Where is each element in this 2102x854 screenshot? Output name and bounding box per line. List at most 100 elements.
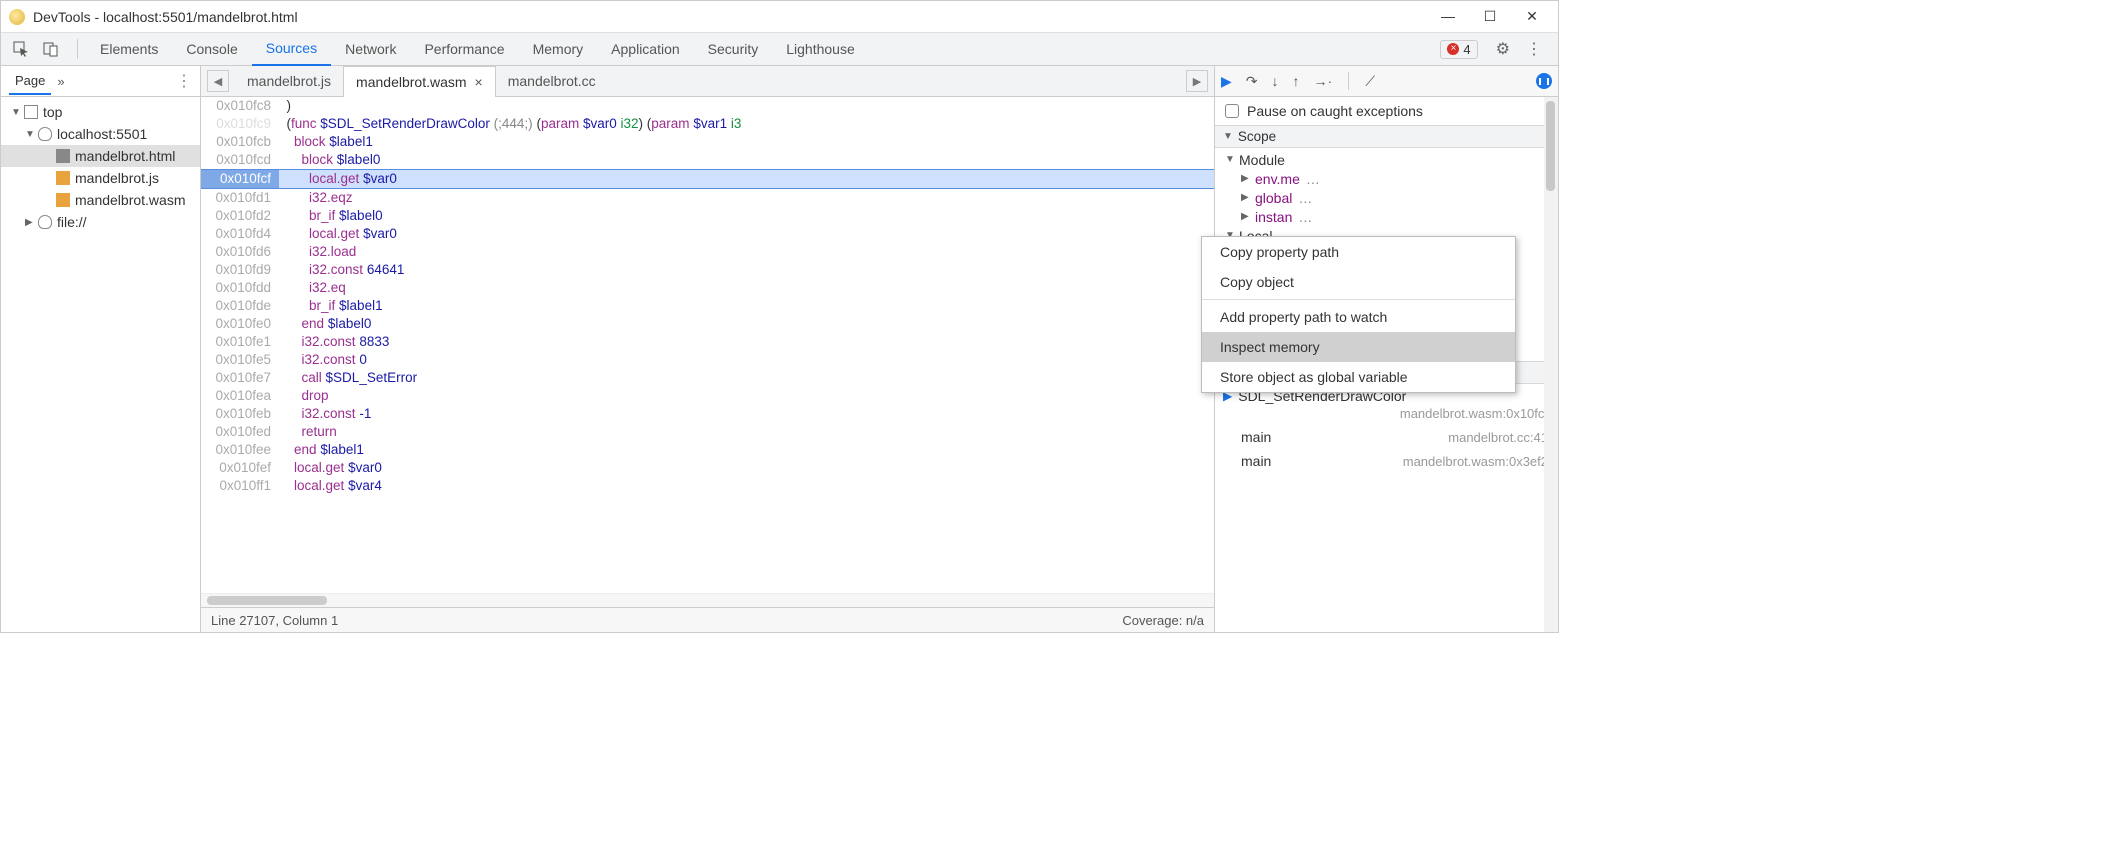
nav-back-icon[interactable]: ◀ xyxy=(207,70,229,92)
coverage-status: Coverage: n/a xyxy=(1122,613,1204,628)
tree-node-host[interactable]: ▼localhost:5501 xyxy=(1,123,200,145)
line-address: 0x010fd2 xyxy=(201,207,279,225)
tree-node-file-proto[interactable]: ▶file:// xyxy=(1,211,200,233)
main-tab-application[interactable]: Application xyxy=(597,33,694,66)
line-address: 0x010fe1 xyxy=(201,333,279,351)
minimize-button[interactable]: — xyxy=(1438,8,1458,25)
code-line[interactable]: end $label0 xyxy=(279,315,1214,333)
cursor-position: Line 27107, Column 1 xyxy=(211,613,338,628)
main-tab-elements[interactable]: Elements xyxy=(86,33,172,66)
scope-module[interactable]: ▼Module xyxy=(1215,150,1558,169)
file-tab[interactable]: mandelbrot.wasm× xyxy=(343,66,496,97)
code-line[interactable]: i32.eqz xyxy=(279,189,1214,207)
code-line[interactable]: br_if $label0 xyxy=(279,207,1214,225)
line-address: 0x010fdd xyxy=(201,279,279,297)
code-line[interactable]: end $label1 xyxy=(279,441,1214,459)
context-menu-item[interactable]: Copy object xyxy=(1202,267,1515,297)
tree-node-top[interactable]: ▼top xyxy=(1,101,200,123)
code-line[interactable]: local.get $var0 xyxy=(279,170,1214,188)
tree-file-js[interactable]: mandelbrot.js xyxy=(1,167,200,189)
code-line[interactable]: i32.const 64641 xyxy=(279,261,1214,279)
close-tab-icon[interactable]: × xyxy=(475,74,483,90)
code-line[interactable]: (func $SDL_SetRenderDrawColor (;444;) (p… xyxy=(279,115,1214,133)
line-address: 0x010fd4 xyxy=(201,225,279,243)
code-line[interactable]: call $SDL_SetError xyxy=(279,369,1214,387)
resume-icon[interactable]: ▶ xyxy=(1221,73,1232,90)
code-line[interactable]: local.get $var4 xyxy=(279,477,1214,495)
line-address: 0x010fc8 xyxy=(201,97,279,115)
pause-on-exceptions-row[interactable]: Pause on caught exceptions xyxy=(1215,97,1558,125)
scope-module-item[interactable]: ▶instan xyxy=(1215,207,1558,226)
horizontal-scrollbar[interactable] xyxy=(201,593,1214,607)
code-line[interactable]: ) xyxy=(279,97,1214,115)
code-editor[interactable]: 0x010fc8 )0x010fc9 (func $SDL_SetRenderD… xyxy=(201,97,1214,593)
main-tabs: ElementsConsoleSourcesNetworkPerformance… xyxy=(1,33,1558,66)
main-tab-security[interactable]: Security xyxy=(694,33,773,66)
close-button[interactable]: ✕ xyxy=(1522,8,1542,25)
nav-fwd-icon[interactable]: ▶ xyxy=(1186,70,1208,92)
code-line[interactable]: local.get $var0 xyxy=(279,459,1214,477)
vertical-scrollbar[interactable] xyxy=(1544,97,1558,632)
code-line[interactable]: i32.load xyxy=(279,243,1214,261)
callstack-frame[interactable]: mainmandelbrot.wasm:0x3ef2 xyxy=(1215,449,1558,473)
code-line[interactable]: i32.const -1 xyxy=(279,405,1214,423)
context-menu-item[interactable]: Store object as global variable xyxy=(1202,362,1515,392)
deactivate-breakpoints-icon[interactable]: ⟋ xyxy=(1365,73,1375,90)
callstack-frame[interactable]: mainmandelbrot.cc:41 xyxy=(1215,425,1558,449)
line-address: 0x010fde xyxy=(201,297,279,315)
pause-script-button[interactable] xyxy=(1536,73,1552,89)
pause-checkbox[interactable] xyxy=(1225,104,1239,118)
frame-location: mandelbrot.wasm:0x10fcf xyxy=(1400,406,1548,421)
line-address: 0x010fe0 xyxy=(201,315,279,333)
error-count: 4 xyxy=(1463,42,1470,57)
navigator-more-tabs-icon[interactable]: » xyxy=(57,74,64,89)
main-tab-network[interactable]: Network xyxy=(331,33,410,66)
tree-file-html[interactable]: mandelbrot.html xyxy=(1,145,200,167)
maximize-button[interactable]: ☐ xyxy=(1480,8,1500,25)
inspect-element-icon[interactable] xyxy=(9,37,33,61)
context-menu-item[interactable]: Add property path to watch xyxy=(1202,302,1515,332)
file-tab[interactable]: mandelbrot.cc xyxy=(496,66,608,97)
statusbar: Line 27107, Column 1 Coverage: n/a xyxy=(201,607,1214,632)
file-tabs: ◀ mandelbrot.jsmandelbrot.wasm×mandelbro… xyxy=(201,66,1214,97)
line-address: 0x010fd6 xyxy=(201,243,279,261)
code-line[interactable]: local.get $var0 xyxy=(279,225,1214,243)
code-line[interactable]: block $label0 xyxy=(279,151,1214,169)
tree-file-wasm[interactable]: mandelbrot.wasm xyxy=(1,189,200,211)
scope-header[interactable]: ▼Scope xyxy=(1215,125,1558,148)
device-toolbar-icon[interactable] xyxy=(39,37,63,61)
main-tab-lighthouse[interactable]: Lighthouse xyxy=(772,33,869,66)
context-menu-item[interactable]: Inspect memory xyxy=(1202,332,1515,362)
code-line[interactable]: drop xyxy=(279,387,1214,405)
code-line[interactable]: block $label1 xyxy=(279,133,1214,151)
line-address: 0x010fe5 xyxy=(201,351,279,369)
debugger-toolbar: ▶ ↷ ↓ ↑ →· ⟋ xyxy=(1215,66,1558,97)
main-tab-console[interactable]: Console xyxy=(172,33,251,66)
main-tab-sources[interactable]: Sources xyxy=(252,33,331,66)
context-menu-item[interactable]: Copy property path xyxy=(1202,237,1515,267)
step-into-icon[interactable]: ↓ xyxy=(1272,73,1279,89)
main-tab-memory[interactable]: Memory xyxy=(519,33,598,66)
settings-gear-icon[interactable]: ⚙ xyxy=(1488,39,1518,59)
step-icon[interactable]: →· xyxy=(1314,73,1333,89)
code-line[interactable]: return xyxy=(279,423,1214,441)
editor-pane: ◀ mandelbrot.jsmandelbrot.wasm×mandelbro… xyxy=(201,66,1215,632)
code-line[interactable]: br_if $label1 xyxy=(279,297,1214,315)
more-menu-icon[interactable]: ⋮ xyxy=(1518,39,1550,59)
line-address: 0x010fe7 xyxy=(201,369,279,387)
step-out-icon[interactable]: ↑ xyxy=(1293,73,1300,89)
main-tab-performance[interactable]: Performance xyxy=(410,33,518,66)
line-address: 0x010feb xyxy=(201,405,279,423)
navigator-menu-icon[interactable]: ⋮ xyxy=(176,71,192,91)
code-line[interactable]: i32.const 0 xyxy=(279,351,1214,369)
code-line[interactable]: i32.const 8833 xyxy=(279,333,1214,351)
line-address: 0x010fea xyxy=(201,387,279,405)
step-over-icon[interactable]: ↷ xyxy=(1246,73,1258,90)
scope-module-item[interactable]: ▶env.me xyxy=(1215,169,1558,188)
scope-module-item[interactable]: ▶global xyxy=(1215,188,1558,207)
error-icon xyxy=(1447,43,1459,55)
code-line[interactable]: i32.eq xyxy=(279,279,1214,297)
navigator-tab-page[interactable]: Page xyxy=(9,67,51,95)
file-tab[interactable]: mandelbrot.js xyxy=(235,66,343,97)
error-count-badge[interactable]: 4 xyxy=(1440,40,1477,59)
